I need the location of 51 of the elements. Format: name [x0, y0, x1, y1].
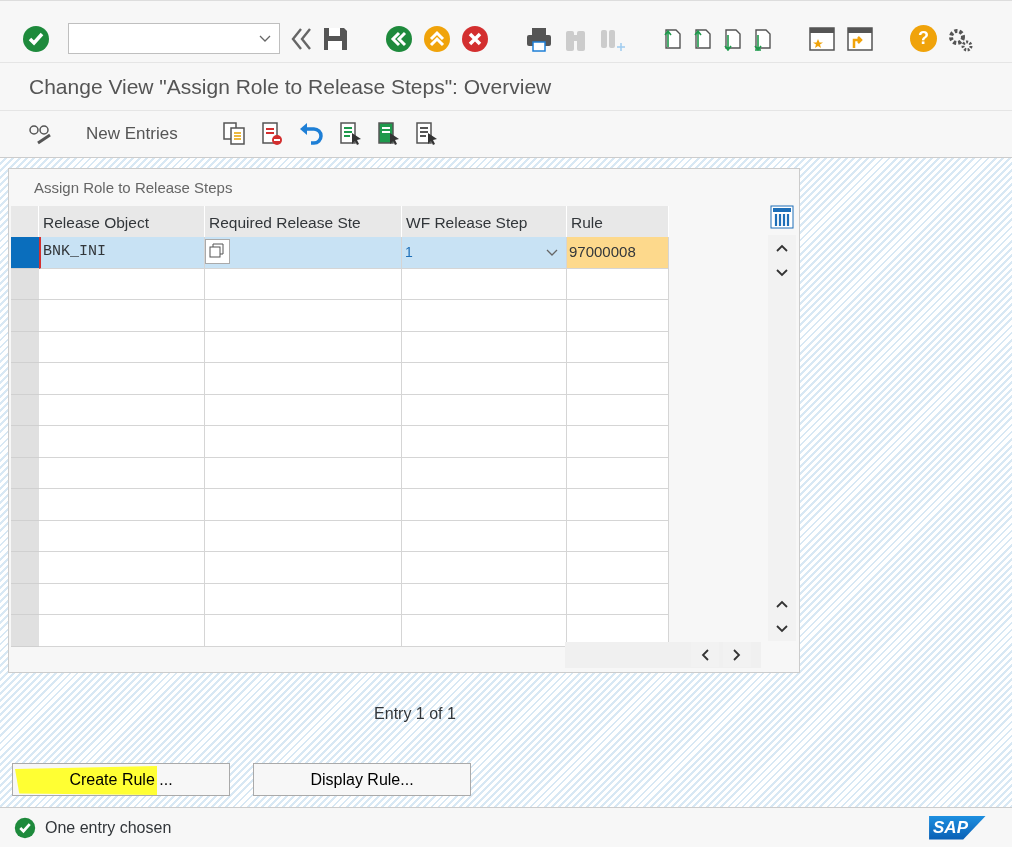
horizontal-scrollbar[interactable] — [565, 642, 761, 668]
chevron-down-icon — [776, 624, 788, 633]
entry-count: Entry 1 of 1 — [374, 705, 456, 722]
scroll-up-button[interactable] — [768, 235, 796, 260]
column-settings-icon[interactable] — [770, 205, 794, 229]
print-icon[interactable] — [525, 25, 553, 52]
new-window-icon[interactable] — [808, 25, 836, 52]
copy-icon[interactable] — [221, 121, 246, 147]
column-header: WF Release Step — [402, 206, 567, 237]
last-page-icon[interactable] — [752, 26, 772, 51]
screen-title: Change View "Assign Role to Release Steps": Overview — [0, 62, 1012, 110]
deselect-all-icon[interactable] — [413, 121, 438, 147]
caret-icon — [259, 34, 271, 43]
create-rule-button[interactable]: Create Rule ... — [12, 763, 230, 796]
logo: SAP — [929, 815, 986, 840]
dropdown-value: 1 — [405, 242, 413, 262]
column-header: Rule — [567, 206, 669, 237]
chevron-right-icon — [733, 648, 741, 661]
release-object-field[interactable]: BNK_INI — [39, 237, 205, 269]
column-header: Release Object — [39, 206, 205, 237]
caret-icon — [546, 247, 558, 257]
select-block-icon[interactable] — [375, 121, 400, 147]
save-icon[interactable] — [322, 25, 349, 52]
previous-page-icon[interactable] — [692, 26, 712, 51]
generate-shortcut-icon[interactable] — [846, 25, 874, 52]
command-field[interactable] — [68, 23, 280, 54]
chevron-up-icon — [776, 599, 788, 608]
success-icon — [14, 816, 36, 839]
cancel-icon[interactable] — [461, 24, 489, 53]
chevron-down-icon — [776, 268, 788, 277]
required-release-step-field[interactable] — [205, 237, 402, 269]
scroll-page-down-button[interactable] — [768, 616, 796, 641]
row-selector[interactable] — [11, 237, 39, 269]
status-message: One entry chosen — [45, 817, 172, 838]
display-rule-button[interactable]: Display Rule... — [253, 763, 471, 796]
check-icon[interactable] — [22, 24, 50, 53]
corner-header — [11, 206, 39, 237]
rule-field[interactable]: 97000008 — [567, 237, 669, 269]
next-page-icon[interactable] — [722, 26, 742, 51]
wf-release-step-dropdown[interactable]: 1 — [402, 237, 567, 269]
back-icon[interactable] — [385, 24, 413, 53]
first-page-icon[interactable] — [662, 26, 682, 51]
table-title: Assign Role to Release Steps — [33, 178, 234, 198]
value-help-icon[interactable] — [205, 239, 230, 266]
delete-row-icon[interactable] — [259, 121, 284, 147]
exit-icon[interactable] — [423, 24, 451, 53]
select-all-icon[interactable] — [337, 121, 362, 147]
new-entries-button[interactable]: New Entries — [68, 121, 208, 147]
chevron-up-icon — [776, 243, 788, 252]
column-header: Required Release Ste — [205, 206, 402, 237]
chevron-left-icon — [701, 648, 709, 661]
